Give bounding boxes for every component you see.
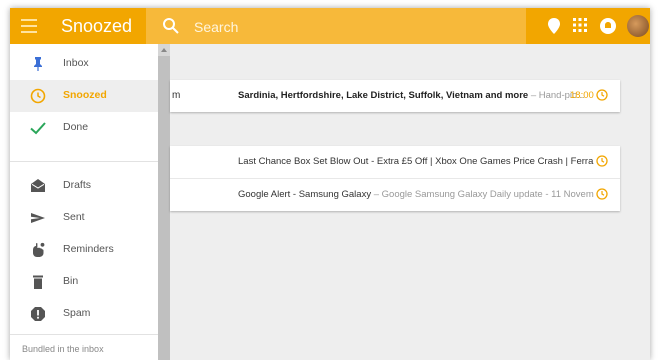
divider: [10, 334, 158, 335]
email-row[interactable]: Last Chance Box Set Blow Out - Extra £5 …: [170, 146, 620, 179]
clock-icon: [30, 88, 46, 104]
sidebar-item-done[interactable]: Done: [10, 112, 158, 144]
bundled-section-label: Bundled in the inbox: [22, 344, 104, 354]
email-subject: Last Chance Box Set Blow Out - Extra £5 …: [238, 156, 594, 167]
pin-icon: [34, 57, 42, 71]
search-input[interactable]: [192, 16, 496, 38]
snooze-time: 18:00: [570, 90, 594, 101]
email-group: Last Chance Box Set Blow Out - Extra £5 …: [170, 146, 620, 211]
email-subject: Google Alert - Samsung Galaxy: [238, 189, 372, 200]
sidebar-item-label: Sent: [63, 211, 85, 223]
email-text: Google Alert - Samsung Galaxy – Google S…: [238, 189, 594, 200]
sidebar-item-label: Bin: [63, 275, 79, 287]
sidebar-item-label: Drafts: [63, 179, 92, 191]
snooze-clock-icon[interactable]: [596, 89, 608, 101]
sidebar-item-label: Inbox: [63, 57, 89, 69]
top-bar: Snoozed: [10, 8, 650, 44]
scrollbar-thumb[interactable]: [158, 56, 170, 360]
email-sender: m: [172, 90, 181, 101]
location-pin-icon[interactable]: [547, 17, 561, 35]
send-icon: [31, 213, 45, 223]
check-icon: [30, 122, 46, 135]
email-text: Sardinia, Hertfordshire, Lake District, …: [238, 90, 594, 101]
search-icon[interactable]: [162, 17, 180, 35]
notifications-icon[interactable]: [599, 17, 617, 35]
email-text: Last Chance Box Set Blow Out - Extra £5 …: [238, 156, 594, 167]
email-snippet: – Google Samsung Galaxy Daily update - 1…: [371, 189, 594, 200]
menu-icon[interactable]: [21, 19, 37, 33]
reminder-hand-icon: [33, 242, 45, 257]
sidebar-item-label: Done: [63, 121, 89, 133]
snooze-clock-icon[interactable]: [596, 188, 608, 200]
bin-icon: [33, 275, 43, 289]
email-row[interactable]: m Sardinia, Hertfordshire, Lake District…: [170, 80, 620, 112]
snooze-clock-icon[interactable]: [596, 155, 608, 167]
sidebar: Inbox Snoozed Done Drafts Sent Reminders…: [10, 44, 159, 360]
sidebar-item-snoozed[interactable]: Snoozed: [10, 80, 158, 112]
page-title: Snoozed: [61, 16, 133, 36]
email-group: m Sardinia, Hertfordshire, Lake District…: [170, 80, 620, 112]
search-bar[interactable]: [146, 8, 526, 44]
sidebar-item-label: Snoozed: [63, 89, 107, 101]
sidebar-item-spam[interactable]: Spam: [10, 298, 158, 330]
sidebar-item-sent[interactable]: Sent: [10, 202, 158, 234]
sidebar-item-drafts[interactable]: Drafts: [10, 170, 158, 202]
email-subject: Sardinia, Hertfordshire, Lake District, …: [238, 90, 529, 101]
email-row[interactable]: Google Alert - Samsung Galaxy – Google S…: [170, 179, 620, 211]
sidebar-item-inbox[interactable]: Inbox: [10, 48, 158, 80]
sidebar-item-label: Reminders: [63, 243, 114, 255]
sidebar-item-reminders[interactable]: Reminders: [10, 234, 158, 266]
scroll-up-icon[interactable]: [161, 48, 167, 52]
sidebar-scrollbar[interactable]: [158, 44, 170, 360]
avatar[interactable]: [627, 15, 649, 37]
sidebar-item-label: Spam: [63, 307, 91, 319]
sidebar-item-bin[interactable]: Bin: [10, 266, 158, 298]
apps-grid-icon[interactable]: [572, 17, 588, 33]
divider: [10, 161, 158, 162]
drafts-icon: [31, 179, 45, 192]
app-window: Snoozed Inbox: [10, 8, 650, 360]
spam-icon: [31, 307, 45, 321]
